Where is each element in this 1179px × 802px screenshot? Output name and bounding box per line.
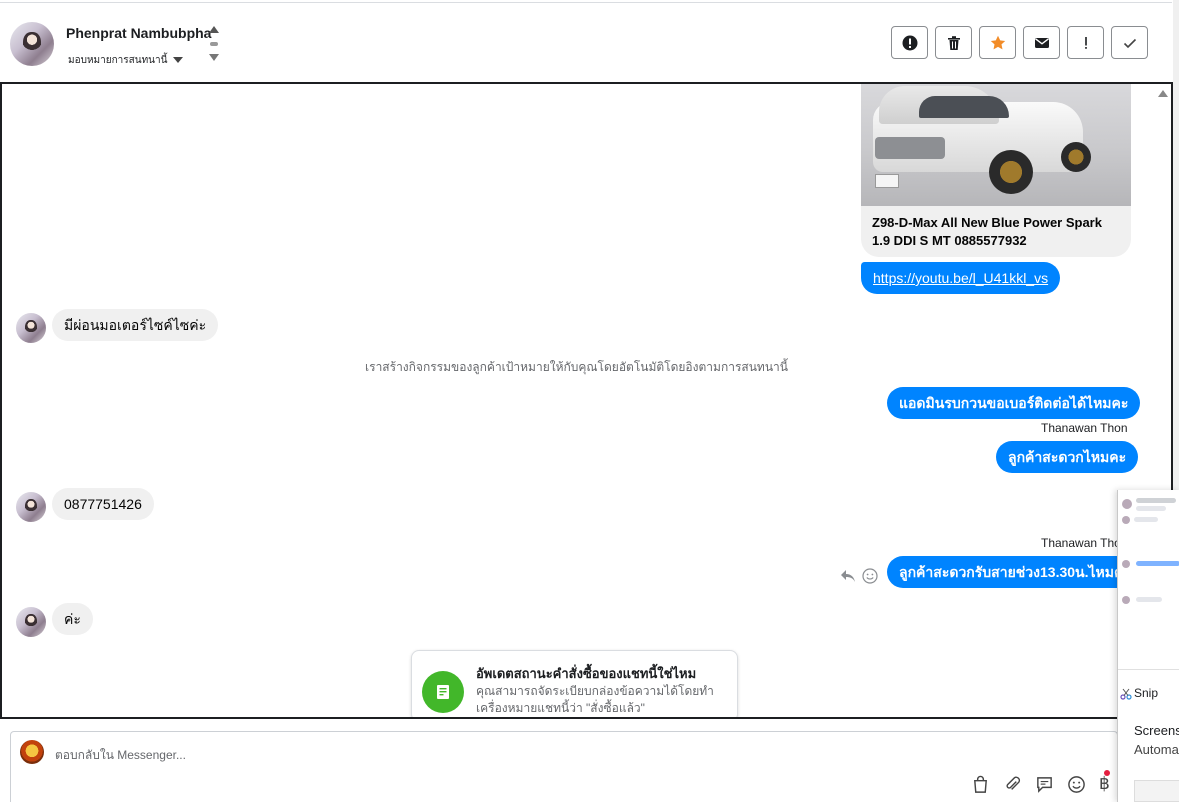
assign-label: มอบหมายการสนทนานี้ [68,55,168,66]
snip-app-name: Snip [1134,686,1159,700]
contact-avatar-small [16,492,46,522]
assign-conversation-dropdown[interactable]: มอบหมายการสนทนานี้ [68,53,184,68]
sender-name: Thanawan Thon [1041,421,1128,435]
delete-button[interactable] [935,26,972,59]
scroll-up-arrow-icon[interactable] [1158,90,1168,97]
payment-baht-icon[interactable]: ฿ [1099,774,1110,794]
notice-body: คุณสามารถจัดระเบียบกล่องข้อความได้โดยทำเ… [476,684,714,715]
conversation-header: Phenprat Nambubpha มอบหมายการสนทนานี้ [0,3,1172,81]
outgoing-message[interactable]: ลูกค้าสะดวกไหมคะ [996,441,1139,473]
incoming-message[interactable]: ค่ะ [52,603,93,635]
incoming-message[interactable]: มีผ่อนมอเตอร์ไซค์ไซค่ะ [52,309,219,341]
outgoing-message[interactable]: แอดมินรบกวนขอเบอร์ติดต่อได้ไหมคะ [887,387,1141,419]
notice-title: อัพเดตสถานะคำสั่งซื้อของแชทนี้ใช่ไหม [476,666,697,681]
snip-subtitle: Automa [1134,742,1179,757]
reply-icon[interactable] [840,569,856,583]
contact-avatar[interactable] [10,22,54,66]
incoming-message[interactable]: 0877751426 [52,488,154,520]
contact-avatar-small [16,313,46,343]
snip-title: Screens [1134,723,1179,738]
notification-dot [1104,770,1110,776]
snip-notification-popup[interactable]: Snip Screens Automa [1117,490,1179,802]
snip-tool-icon [1120,688,1132,700]
star-icon [990,35,1005,49]
receipt-icon [422,671,464,713]
react-emoji-icon[interactable] [862,568,878,584]
alert-circle-icon [902,35,917,50]
shopping-bag-icon[interactable] [971,775,990,794]
saved-reply-icon[interactable] [1035,775,1054,794]
spam-button[interactable] [891,26,928,59]
system-note: เราสร้างกิจกรรมของลูกค้าเป้าหมายให้กับคุ… [365,360,788,374]
reply-composer[interactable]: ตอบกลับใน Messenger... ฿ [10,731,1118,802]
chevron-down-icon [173,57,184,64]
mark-unread-button[interactable] [1023,26,1060,59]
paperclip-icon[interactable] [1003,775,1022,794]
envelope-icon [1034,37,1049,48]
page-scrollbar[interactable] [1173,0,1179,490]
order-status-prompt[interactable]: อัพเดตสถานะคำสั่งซื้อของแชทนี้ใช่ไหม คุณ… [411,650,738,717]
screenshot-thumbnail[interactable] [1118,490,1179,670]
sort-toggle[interactable] [208,26,220,66]
star-button[interactable] [979,26,1016,59]
trash-icon [947,35,960,50]
card-title: Z98-D-Max All New Blue Power Spark 1.9 D… [872,215,1102,248]
caret-down-icon [209,54,219,61]
contact-name[interactable]: Phenprat Nambubpha [66,25,211,41]
caret-up-icon [209,26,219,33]
composer-toolbar: ฿ [971,774,1110,794]
exclamation-icon [1084,36,1087,49]
shared-link-card[interactable]: Z98-D-Max All New Blue Power Spark 1.9 D… [861,84,1131,257]
message-thread[interactable]: Z98-D-Max All New Blue Power Spark 1.9 D… [0,82,1173,719]
check-icon [1123,38,1136,48]
sender-name: Thanawan Thon [1041,536,1128,550]
outgoing-message[interactable]: ลูกค้าสะดวกรับสายช่วง13.30น.ไหมคะ [887,556,1143,588]
contact-avatar-small [16,607,46,637]
follow-up-button[interactable] [1067,26,1104,59]
action-toolbar [891,26,1148,59]
page-avatar [20,740,44,764]
mark-done-button[interactable] [1111,26,1148,59]
emoji-icon[interactable] [1067,775,1086,794]
reply-input[interactable]: ตอบกลับใน Messenger... [55,746,186,765]
outgoing-link-message[interactable]: https://youtu.be/l_U41kkl_vs [861,262,1061,294]
truck-thumbnail [861,84,1131,206]
message-hover-actions [840,568,878,584]
